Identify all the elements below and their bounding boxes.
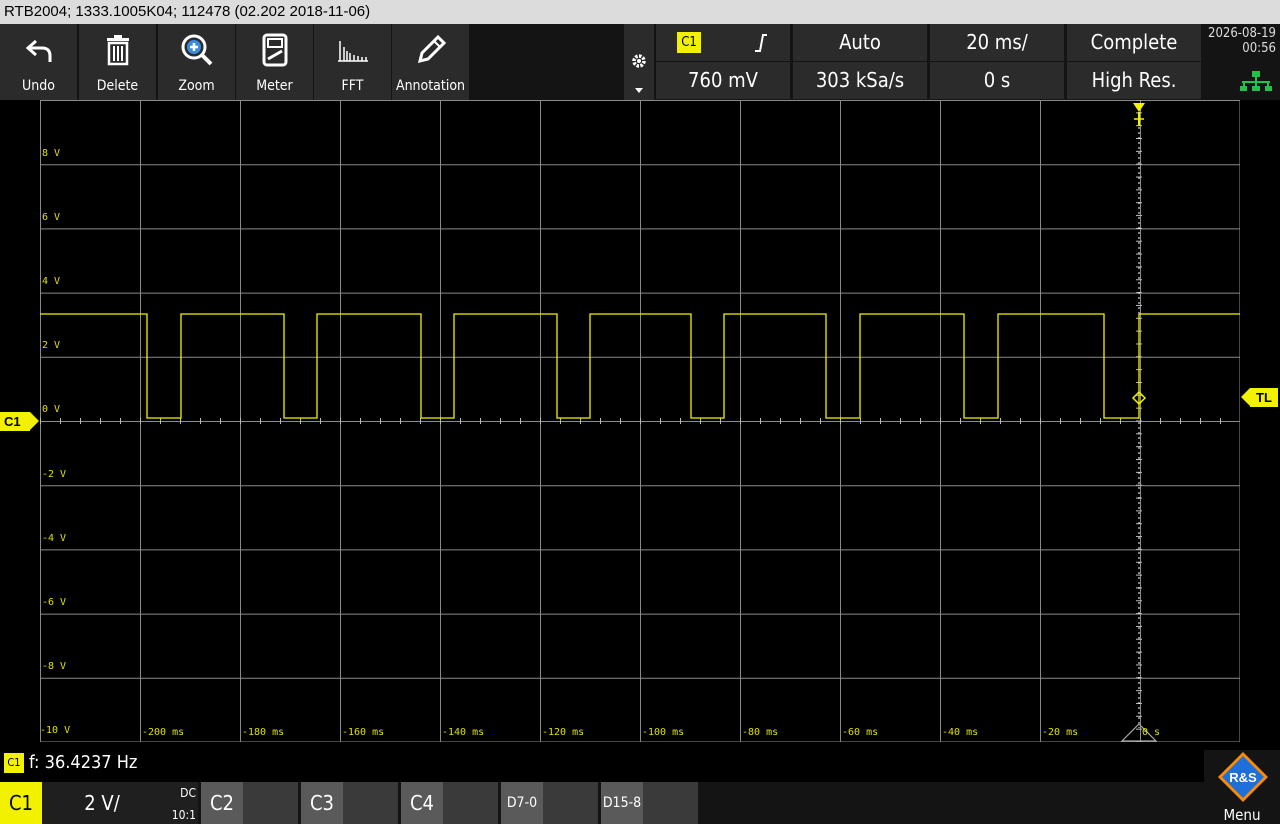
fft-icon [314,30,391,70]
y-label: 6 V [42,212,61,223]
channel4-tab[interactable]: C4 [401,782,498,824]
meter-button[interactable]: Meter [236,24,313,100]
gear-icon [630,52,648,74]
pencil-icon [392,30,469,70]
x-label: -20 ms [1042,727,1079,738]
sample-rate[interactable]: 303 kSa/s [793,62,927,99]
channel3-tab[interactable]: C3 [301,782,398,824]
delete-button[interactable]: Delete [79,24,156,100]
measurement-bar: C1 f: 36.4237 Hz [0,750,1280,780]
meter-label: Meter [256,78,293,94]
datetime-panel: 2026-08-19 00:56 [1204,24,1280,100]
channel1-scale[interactable]: 2 V/ [42,782,162,824]
digital-d15-8-label: D15-8 [601,782,643,824]
y-label: -8 V [42,661,67,672]
channel2-tab[interactable]: C2 [201,782,298,824]
channel1-offset-label: C1 [4,414,21,429]
channel3-label: C3 [301,782,343,824]
time-scale[interactable]: 20 ms/ [930,24,1064,61]
delete-label: Delete [96,78,139,94]
x-label: -120 ms [542,727,585,738]
trigger-level-label: TL [1256,390,1272,405]
date-text: 2026-08-19 [1208,26,1276,41]
channel1-tab[interactable]: C1 2 V/ DC 10:1 [0,782,198,824]
meter-icon [236,30,313,70]
annotation-label: Annotation [395,78,466,94]
y-label: 2 V [42,340,61,351]
x-label: -80 ms [742,727,779,738]
channel1-probe: 10:1 [171,808,196,822]
y-label: 8 V [42,148,61,159]
trigger-level-marker[interactable]: TL [1250,388,1278,407]
menu-button[interactable]: R&S Menu [1204,750,1280,824]
trigger-level-arrow [1241,388,1250,406]
time-text: 00:56 [1242,41,1276,56]
channel4-label: C4 [401,782,443,824]
measurement-channel-badge: C1 [4,753,24,773]
channel1-coupling: DC [180,786,196,800]
channel1-label: C1 [0,782,42,824]
trigger-source-badge: C1 [677,32,701,53]
x-label: -40 ms [942,727,979,738]
settings-button[interactable] [624,24,654,100]
trigger-source-cell[interactable]: C1 [656,24,790,61]
title-bar: RTB2004; 1333.1005K04; 112478 (02.202 20… [0,0,1280,24]
acquisition-mode[interactable]: High Res. [1067,62,1201,99]
zoom-label: Zoom [178,78,215,94]
zoom-button[interactable]: Zoom [158,24,235,100]
acquisition-state[interactable]: Complete [1067,24,1201,61]
time-offset[interactable]: 0 s [930,62,1064,99]
x-label: -180 ms [242,727,285,738]
undo-button[interactable]: Undo [0,24,77,100]
trigger-position-marker[interactable] [1133,103,1145,112]
y-label: -2 V [42,469,67,480]
trigger-level[interactable]: 760 mV [656,62,790,99]
menu-label: Menu [1223,806,1261,824]
digital-d15-8-tab[interactable]: D15-8 [601,782,698,824]
frequency-measurement[interactable]: f: 36.4237 Hz [29,750,137,776]
y-label: -6 V [42,597,67,608]
zoom-in-icon [158,30,235,70]
x-label: 0 s [1142,727,1161,738]
fft-button[interactable]: FFT [314,24,391,100]
undo-icon [0,30,77,70]
trigger-mode[interactable]: Auto [793,24,927,61]
y-label: -10 V [40,725,71,736]
y-label: 4 V [42,276,61,287]
annotation-button[interactable]: Annotation [392,24,469,100]
digital-d7-0-tab[interactable]: D7-0 [501,782,598,824]
waveform-plot[interactable] [40,100,1240,742]
x-label: -160 ms [342,727,385,738]
trash-icon [79,30,156,70]
y-label: 0 V [42,404,61,415]
rising-edge-icon [754,33,768,58]
rs-logo-text: R&S [1229,770,1257,785]
fft-label: FFT [341,78,364,94]
channel1-offset-marker[interactable]: C1 [0,412,30,431]
undo-label: Undo [22,78,55,94]
network-icon [1240,70,1272,96]
y-label: -4 V [42,533,67,544]
digital-d7-0-label: D7-0 [501,782,543,824]
channel2-label: C2 [201,782,243,824]
x-label: -60 ms [842,727,879,738]
x-label: -200 ms [142,727,185,738]
channel1-offset-arrow [30,412,39,430]
instrument-title: RTB2004; 1333.1005K04; 112478 (02.202 20… [4,3,371,20]
x-label: -140 ms [442,727,485,738]
dropdown-arrow-icon [635,88,643,93]
x-label: -100 ms [642,727,685,738]
rs-logo-icon: R&S [1217,751,1269,807]
